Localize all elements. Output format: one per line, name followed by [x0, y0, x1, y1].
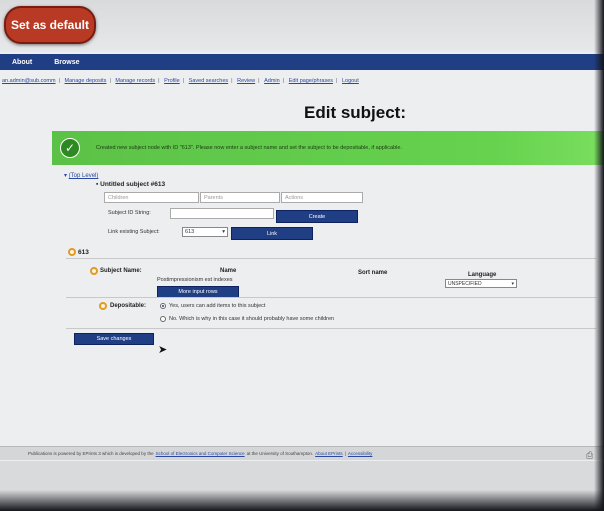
chevron-down-icon: ▾ — [511, 280, 514, 287]
browser-screen: Set as default About Browse an.admin@sub… — [0, 0, 604, 511]
saved-searches-link[interactable]: Saved searches — [189, 78, 228, 84]
field-divider — [66, 328, 596, 329]
subject-id-label: Subject ID String: — [108, 210, 151, 216]
subject-name-label: Subject Name: — [100, 268, 142, 274]
profile-link[interactable]: Profile — [164, 78, 180, 84]
section-divider — [66, 258, 596, 259]
about-eprints-link[interactable]: About EPrints — [315, 451, 343, 456]
parents-header: Parents — [200, 192, 280, 203]
untitled-subject-node: ▪ Untitled subject #613 — [96, 181, 166, 188]
link-button[interactable]: Link — [231, 227, 313, 240]
depositable-no-text: No. Which is why in this case it should … — [169, 316, 335, 322]
depositable-label: Depositable: — [110, 303, 147, 309]
subject-name-value[interactable]: Postimpressionism est indexes — [157, 277, 233, 283]
section-id: 613 — [78, 249, 89, 256]
sort-name-column-header: Sort name — [358, 270, 388, 276]
link-subject-value: 613 — [185, 229, 195, 235]
help-circle-icon[interactable] — [90, 267, 98, 275]
check-icon: ✓ — [60, 138, 80, 158]
field-divider — [66, 297, 596, 298]
page-title: Edit subject: — [304, 103, 407, 122]
depositable-yes-option[interactable]: Yes, users can add items to this subject — [160, 303, 265, 309]
language-value: UNSPECIFIED — [448, 280, 482, 287]
untitled-subject-label: Untitled subject #613 — [100, 181, 166, 188]
eprints-logo-icon: ⎙ — [586, 450, 594, 460]
link-existing-label: Link existing Subject: — [108, 229, 160, 235]
actions-header: Actions — [281, 192, 363, 203]
page-footer: Publications is powered by EPrints 3 whi… — [0, 446, 604, 460]
radio-selected[interactable] — [160, 303, 166, 309]
user-links-bar: an.admin@sub.comm | Manage deposits | Mana… — [2, 78, 359, 84]
logout-link[interactable]: Logout — [342, 78, 359, 84]
save-changes-button[interactable]: Save changes — [74, 333, 154, 345]
depositable-yes-text: Yes, users can add items to this subject — [169, 303, 266, 309]
edit-phrases-link[interactable]: Edit page/phrases — [289, 78, 333, 84]
tree-top-level: ▾ (Top Level) — [64, 173, 99, 179]
depositable-no-option[interactable]: No. Which is why in this case it should … — [160, 316, 334, 322]
top-toolbar: Set as default — [0, 0, 604, 52]
children-header: Children — [104, 192, 199, 203]
radio-unselected[interactable] — [160, 316, 166, 322]
nav-tab-about[interactable]: About — [0, 59, 42, 66]
manage-deposits-link[interactable]: Manage deposits — [65, 78, 107, 84]
nav-tab-browse[interactable]: Browse — [42, 59, 89, 66]
language-column-header: Language — [468, 272, 497, 278]
success-message: ✓ Created new subject node with ID "613"… — [52, 131, 604, 165]
main-navbar: About Browse — [0, 54, 604, 70]
accessibility-link[interactable]: Accessibility — [348, 451, 373, 456]
ecs-link[interactable]: School of Electronics and Computer Scien… — [156, 451, 245, 456]
monitor-bezel-bottom — [0, 490, 604, 511]
help-circle-icon[interactable] — [99, 302, 107, 310]
top-level-link[interactable]: (Top Level) — [69, 173, 99, 179]
user-link[interactable]: an.admin@sub.comm — [2, 78, 56, 84]
monitor-bezel-right — [594, 0, 604, 511]
language-select[interactable]: UNSPECIFIED ▾ — [445, 279, 517, 288]
review-link[interactable]: Review — [237, 78, 255, 84]
subject-id-input[interactable] — [170, 208, 274, 219]
success-message-text: Created new subject node with ID "613". … — [96, 145, 402, 151]
collapse-circle-icon[interactable] — [68, 248, 76, 256]
mouse-cursor-icon: ➤ — [158, 344, 168, 356]
name-column-header: Name — [220, 268, 237, 274]
footer-text: Publications is powered by EPrints 3 whi… — [28, 451, 154, 456]
footer-text-2: at the University of Southampton. — [246, 451, 314, 456]
link-subject-select[interactable]: 613 ▾ — [182, 227, 228, 237]
admin-link[interactable]: Admin — [264, 78, 280, 84]
chevron-down-icon: ▾ — [222, 229, 225, 235]
manage-records-link[interactable]: Manage records — [115, 78, 155, 84]
create-button[interactable]: Create — [276, 210, 358, 223]
set-as-default-button[interactable]: Set as default — [4, 6, 96, 44]
